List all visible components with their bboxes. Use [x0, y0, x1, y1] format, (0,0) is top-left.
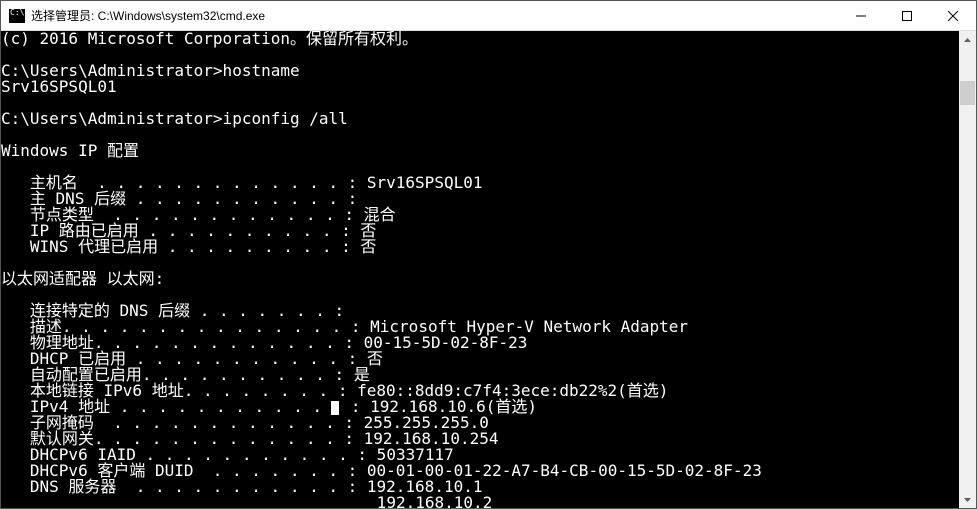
chevron-down-icon: [964, 498, 971, 502]
close-icon: [948, 11, 958, 21]
scroll-down-button[interactable]: [959, 491, 976, 508]
maximize-button[interactable]: [884, 1, 930, 30]
close-button[interactable]: [930, 1, 976, 30]
minimize-button[interactable]: [838, 1, 884, 30]
titlebar[interactable]: C:\. 选择管理员: C:\Windows\system32\cmd.exe: [1, 1, 976, 31]
cmd-window: C:\. 选择管理员: C:\Windows\system32\cmd.exe …: [0, 0, 977, 509]
text-cursor: [331, 401, 339, 415]
scroll-up-button[interactable]: [959, 31, 976, 48]
minimize-icon: [856, 11, 866, 21]
terminal-output[interactable]: (c) 2016 Microsoft Corporation。保留所有权利。 C…: [1, 31, 976, 508]
scrollbar-track[interactable]: [959, 48, 976, 491]
window-title: 选择管理员: C:\Windows\system32\cmd.exe: [31, 7, 838, 24]
scrollbar-thumb[interactable]: [960, 81, 975, 105]
terminal-text: (c) 2016 Microsoft Corporation。保留所有权利。 C…: [1, 31, 762, 508]
chevron-up-icon: [964, 38, 971, 42]
scrollbar[interactable]: [959, 31, 976, 508]
maximize-icon: [902, 11, 912, 21]
cmd-icon: C:\.: [9, 9, 25, 23]
window-controls: [838, 1, 976, 30]
